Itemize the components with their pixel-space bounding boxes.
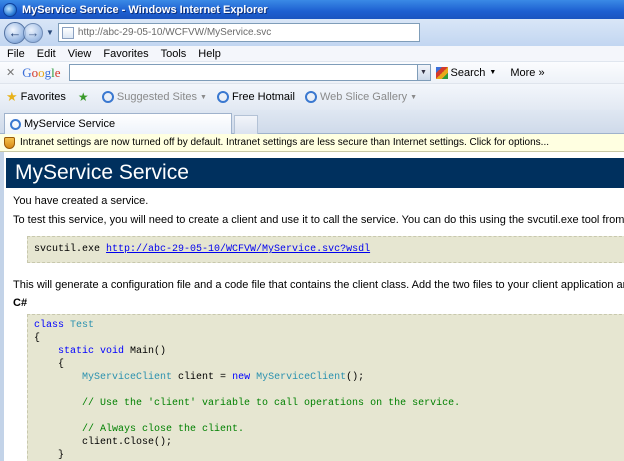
ie-app-icon (3, 2, 17, 17)
page-icon (61, 26, 74, 39)
add-favorite-icon[interactable]: ★ (78, 90, 94, 104)
star-icon[interactable]: ★ (6, 89, 18, 105)
tab-myservice[interactable]: MyService Service (4, 113, 232, 134)
google-logo: Google (22, 64, 61, 80)
ie-icon (304, 91, 317, 103)
double-chevron-icon: » (538, 66, 545, 79)
menu-view[interactable]: View (68, 48, 92, 60)
ie-icon (101, 91, 114, 103)
information-bar[interactable]: Intranet settings are now turned off by … (0, 134, 624, 152)
google-search-dropdown[interactable]: ▼ (417, 64, 431, 81)
title-bar: MyService Service - Windows Internet Exp… (0, 0, 624, 19)
forward-button[interactable]: → (23, 22, 43, 43)
menu-help[interactable]: Help (198, 48, 221, 60)
csharp-heading: C# (13, 297, 28, 309)
free-hotmail-link[interactable]: Free Hotmail (216, 91, 295, 103)
google-search-input[interactable] (68, 64, 418, 81)
created-text: You have created a service. (13, 195, 149, 207)
chevron-down-icon: ▼ (489, 69, 497, 76)
menu-bar: File Edit View Favorites Tools Help (0, 46, 624, 62)
generate-instructions: This will generate a configuration file … (13, 279, 624, 291)
ie-icon (10, 118, 21, 130)
menu-file[interactable]: File (7, 48, 25, 60)
web-slice-gallery-link[interactable]: Web Slice Gallery ▼ (304, 91, 418, 103)
new-tab-button[interactable] (234, 115, 258, 134)
favorites-button[interactable]: Favorites (21, 91, 66, 103)
page-title: MyService Service (15, 161, 189, 184)
google-search-button[interactable]: Search ▼ (435, 66, 497, 79)
ie-icon (216, 91, 229, 103)
recent-pages-dropdown-icon[interactable]: ▼ (46, 28, 54, 37)
infobar-text: Intranet settings are now turned off by … (20, 137, 549, 148)
url-text: http://abc-29-05-10/WCFVW/MyService.svc (77, 27, 272, 38)
address-bar: ← → ▼ http://abc-29-05-10/WCFVW/MyServic… (0, 19, 624, 46)
shield-icon (4, 136, 15, 149)
svcutil-command-box: svcutil.exe http://abc-29-05-10/WCFVW/My… (27, 236, 624, 263)
chevron-down-icon: ▼ (200, 93, 207, 101)
csharp-code-box: class Test { static void Main() { MyServ… (27, 314, 624, 461)
menu-edit[interactable]: Edit (37, 48, 56, 60)
tab-strip: MyService Service (0, 110, 624, 134)
favorites-bar: ★ Favorites ★ Suggested Sites ▼ Free Hot… (0, 84, 624, 110)
wsdl-link[interactable]: http://abc-29-05-10/WCFVW/MyService.svc?… (106, 244, 370, 255)
more-button[interactable]: More » (510, 67, 544, 79)
close-toolbar-icon[interactable]: ✕ (6, 66, 15, 79)
url-field[interactable]: http://abc-29-05-10/WCFVW/MyService.svc (57, 23, 420, 42)
menu-favorites[interactable]: Favorites (103, 48, 148, 60)
suggested-sites-link[interactable]: Suggested Sites ▼ (101, 91, 207, 103)
test-instructions: To test this service, you will need to c… (13, 214, 624, 226)
window-title: MyService Service - Windows Internet Exp… (22, 3, 268, 16)
menu-tools[interactable]: Tools (161, 48, 187, 60)
google-toolbar: ✕ Google ▼ Search ▼ More » (0, 62, 624, 84)
chevron-down-icon: ▼ (410, 93, 418, 101)
page-banner: MyService Service (6, 158, 624, 188)
page-content: MyService Service You have created a ser… (0, 152, 624, 461)
google-icon (435, 66, 448, 79)
svcutil-command: svcutil.exe (34, 244, 101, 255)
